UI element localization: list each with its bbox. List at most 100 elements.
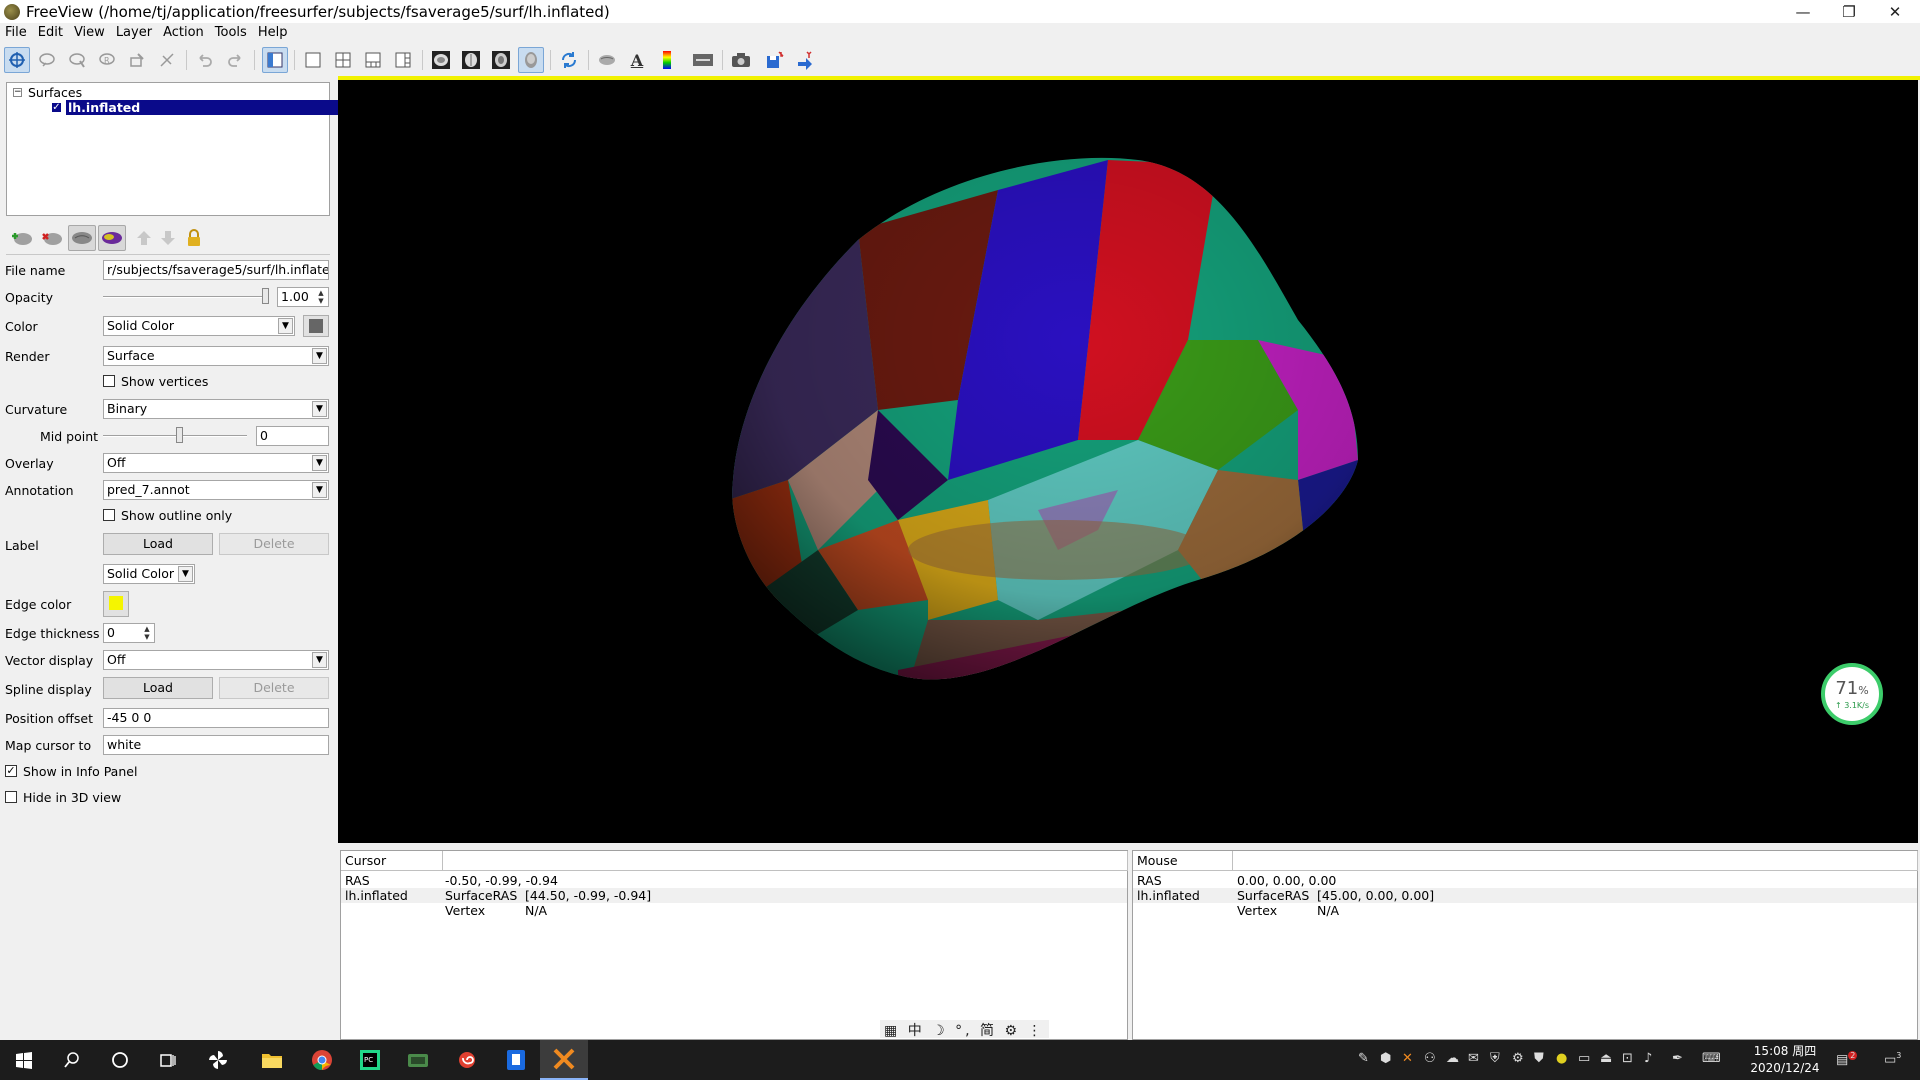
lock-layer-icon[interactable] bbox=[180, 225, 208, 251]
file-explorer-icon[interactable] bbox=[248, 1040, 296, 1080]
load-surface-icon[interactable] bbox=[8, 225, 36, 251]
ime-toolbar[interactable]: ▦ 中 ☽ °, 简 ⚙ ⋮ bbox=[880, 1020, 1049, 1039]
curvature-select[interactable]: Binary ▼ bbox=[103, 399, 329, 419]
layer-group-surfaces[interactable]: − Surfaces bbox=[13, 85, 82, 100]
measure-tool-icon[interactable] bbox=[34, 47, 60, 73]
cursor-surfaceras-value[interactable]: [44.50, -0.99, -0.94] bbox=[525, 888, 651, 903]
label-color-select[interactable]: Solid Color ▼ bbox=[103, 564, 195, 584]
spline-delete-button[interactable]: Delete bbox=[219, 677, 329, 699]
tray-security-icon[interactable]: ⛊ bbox=[1534, 1051, 1544, 1066]
tray-shield-icon[interactable]: ⛨ bbox=[1490, 1051, 1500, 1066]
position-offset-field[interactable]: -45 0 0 bbox=[103, 708, 329, 728]
mid-point-field[interactable]: 0 bbox=[256, 426, 329, 446]
layout-1and3-horizontal-icon[interactable] bbox=[390, 47, 416, 73]
collapse-icon[interactable]: − bbox=[13, 88, 22, 97]
mid-point-slider[interactable] bbox=[103, 435, 247, 437]
tray-cloud-icon[interactable]: ☁ bbox=[1446, 1051, 1459, 1066]
chrome-icon[interactable] bbox=[298, 1040, 346, 1080]
network-speed-widget[interactable]: 71% ↑ 3.1K/s bbox=[1821, 663, 1883, 725]
scale-bar-icon[interactable] bbox=[690, 47, 716, 73]
tray-network-icon[interactable]: ⊡ bbox=[1622, 1051, 1633, 1066]
ime-more-icon[interactable]: ⋮ bbox=[1028, 1023, 1045, 1039]
overlay-select[interactable]: Off ▼ bbox=[103, 453, 329, 473]
toggle-control-panel-icon[interactable] bbox=[262, 47, 288, 73]
opacity-spinbox[interactable]: 1.00 ▲ ▼ bbox=[277, 287, 329, 307]
show-in-info-panel-checkbox[interactable]: ✓ bbox=[5, 765, 17, 777]
sagittal-view-icon[interactable] bbox=[428, 47, 454, 73]
menu-file[interactable]: File bbox=[5, 25, 27, 40]
tray-keyboard-icon[interactable]: ⌨ bbox=[1702, 1051, 1721, 1066]
hide-in-3d-checkbox[interactable] bbox=[5, 791, 17, 803]
layer-visibility-checkbox[interactable]: ✓ bbox=[51, 102, 62, 113]
close-button[interactable]: ✕ bbox=[1872, 0, 1918, 23]
recon-edit-icon[interactable]: R bbox=[94, 47, 120, 73]
tray-xming-icon[interactable]: ✕ bbox=[1402, 1051, 1413, 1066]
tray-usb-icon[interactable]: ⏏ bbox=[1600, 1051, 1612, 1066]
cursor-vertex-value[interactable]: N/A bbox=[525, 903, 547, 918]
menu-action[interactable]: Action bbox=[163, 25, 204, 40]
xming-icon[interactable] bbox=[540, 1040, 588, 1080]
vector-display-select[interactable]: Off ▼ bbox=[103, 650, 329, 670]
save-point-icon[interactable] bbox=[762, 47, 788, 73]
color-mode-select[interactable]: Solid Color ▼ bbox=[103, 316, 295, 336]
spline-load-button[interactable]: Load bbox=[103, 677, 213, 699]
show-slices-icon[interactable] bbox=[594, 47, 620, 73]
cursor-ras-value[interactable]: -0.50, -0.99, -0.94 bbox=[445, 873, 558, 888]
opacity-slider-thumb[interactable] bbox=[262, 288, 269, 304]
pycharm-icon[interactable]: PC bbox=[346, 1040, 394, 1080]
terminal-app-icon[interactable] bbox=[394, 1040, 442, 1080]
roi-edit-icon[interactable] bbox=[124, 47, 150, 73]
menu-tools[interactable]: Tools bbox=[215, 25, 247, 40]
surface-color-button[interactable] bbox=[303, 315, 329, 337]
layout-2x2-icon[interactable] bbox=[330, 47, 356, 73]
move-layer-down-icon[interactable] bbox=[154, 225, 182, 251]
edge-color-button[interactable] bbox=[103, 591, 129, 617]
axial-view-icon[interactable] bbox=[488, 47, 514, 73]
tray-pen-icon[interactable]: ✎ bbox=[1358, 1051, 1369, 1066]
3d-view-icon[interactable] bbox=[518, 47, 544, 73]
tray-volume-icon[interactable]: ♪ bbox=[1644, 1051, 1652, 1066]
mouse-ras-value[interactable]: 0.00, 0.00, 0.00 bbox=[1237, 873, 1336, 888]
menu-help[interactable]: Help bbox=[258, 25, 288, 40]
map-cursor-field[interactable]: white bbox=[103, 735, 329, 755]
mouse-vertex-value[interactable]: N/A bbox=[1317, 903, 1339, 918]
save-screenshot-icon[interactable] bbox=[728, 47, 754, 73]
mouse-surfaceras-value[interactable]: [45.00, 0.00, 0.00] bbox=[1317, 888, 1434, 903]
cortana-icon[interactable] bbox=[96, 1040, 144, 1080]
edge-thickness-spinbox[interactable]: 0 ▲ ▼ bbox=[103, 623, 155, 643]
tray-storage-icon[interactable]: ▭ bbox=[1578, 1051, 1590, 1066]
start-windows-icon[interactable] bbox=[0, 1040, 48, 1080]
task-view-icon[interactable] bbox=[144, 1040, 192, 1080]
search-icon[interactable] bbox=[48, 1040, 96, 1080]
render-mode-select[interactable]: Surface ▼ bbox=[103, 346, 329, 366]
color-bar-icon[interactable] bbox=[654, 47, 680, 73]
label-delete-button[interactable]: Delete bbox=[219, 533, 329, 555]
goto-point-icon[interactable] bbox=[792, 47, 818, 73]
show-vertices-checkbox[interactable] bbox=[103, 375, 115, 387]
spin-arrows-icon[interactable]: ▲ ▼ bbox=[141, 625, 153, 641]
navigate-tool-icon[interactable] bbox=[4, 47, 30, 73]
ime-grid-icon[interactable]: ▦ bbox=[884, 1023, 900, 1039]
layout-1x1-icon[interactable] bbox=[300, 47, 326, 73]
opacity-slider[interactable] bbox=[103, 296, 269, 298]
redo-icon[interactable] bbox=[222, 47, 248, 73]
close-surface-icon[interactable] bbox=[38, 225, 66, 251]
action-center-icon[interactable]: ▭3 bbox=[1884, 1051, 1901, 1067]
file-name-field[interactable]: r/subjects/fsaverage5/surf/lh.inflated bbox=[103, 260, 329, 280]
taskbar-clock[interactable]: 15:08 周四 2020/12/24 bbox=[1750, 1043, 1820, 1077]
menu-edit[interactable]: Edit bbox=[38, 25, 63, 40]
show-outline-checkbox[interactable] bbox=[103, 509, 115, 521]
coronal-view-icon[interactable] bbox=[458, 47, 484, 73]
ime-settings-icon[interactable]: ⚙ bbox=[1005, 1023, 1021, 1039]
surface-annotation-view-icon[interactable] bbox=[98, 225, 126, 251]
restore-button[interactable]: ❐ bbox=[1826, 0, 1872, 23]
tray-chat-icon[interactable]: ✉ bbox=[1468, 1051, 1479, 1066]
menu-layer[interactable]: Layer bbox=[116, 25, 152, 40]
spin-arrows-icon[interactable]: ▲ ▼ bbox=[315, 289, 327, 305]
reset-view-icon[interactable] bbox=[556, 47, 582, 73]
mid-point-slider-thumb[interactable] bbox=[176, 427, 183, 443]
layer-item-lh-inflated[interactable]: ✓ lh.inflated bbox=[49, 100, 346, 115]
tray-settings-icon[interactable]: ⚙ bbox=[1512, 1051, 1524, 1066]
pointset-edit-icon[interactable] bbox=[154, 47, 180, 73]
3d-render-view[interactable] bbox=[338, 80, 1918, 843]
